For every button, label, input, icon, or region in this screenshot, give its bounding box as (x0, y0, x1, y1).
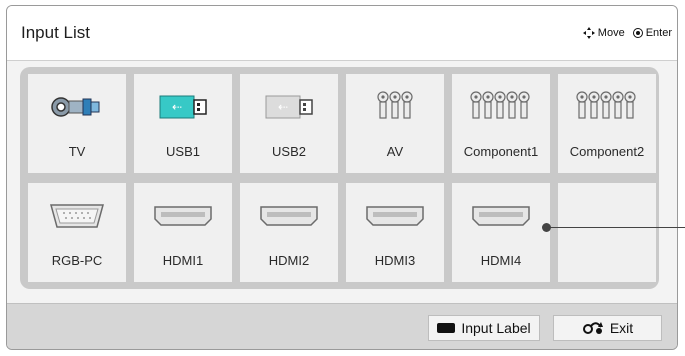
input-tile-component2[interactable]: Component2 (558, 74, 656, 173)
header: Input List Move Enter (7, 6, 677, 61)
input-label: HDMI2 (268, 253, 310, 268)
input-label: USB1 (166, 144, 200, 159)
input-label: HDMI3 (374, 253, 416, 268)
hdmi-icon (240, 201, 338, 231)
callout-dot (542, 223, 551, 232)
svg-text:⇠: ⇠ (172, 100, 182, 114)
page-title: Input List (21, 23, 90, 42)
hdmi-icon (452, 201, 550, 231)
hdmi-icon (346, 201, 444, 231)
input-label-button-text: Input Label (461, 320, 531, 336)
input-label: USB2 (272, 144, 306, 159)
exit-button-text: Exit (609, 320, 634, 336)
svg-text:⇠: ⇠ (278, 100, 288, 114)
footer: Input Label Exit (7, 303, 677, 349)
vga-icon (28, 201, 126, 231)
key-hints: Move Enter (582, 27, 672, 39)
input-tile-tv[interactable]: TV (28, 74, 126, 173)
input-label: Component2 (569, 144, 645, 159)
move-hint-label: Move (597, 27, 625, 39)
rca-3-icon (346, 91, 444, 122)
input-label: HDMI4 (480, 253, 522, 268)
input-label-button[interactable]: Input Label (428, 315, 540, 341)
input-tile-hdmi2[interactable]: HDMI2 (240, 183, 338, 282)
hdmi-icon (134, 201, 232, 231)
rca-5-icon (558, 91, 656, 122)
input-label: HDMI1 (162, 253, 204, 268)
empty-tile (558, 183, 656, 282)
input-tile-hdmi3[interactable]: HDMI3 (346, 183, 444, 282)
enter-hint-label: Enter (645, 27, 672, 39)
rca-5-icon (452, 91, 550, 122)
input-tile-hdmi4[interactable]: HDMI4 (452, 183, 550, 282)
input-tile-usb1[interactable]: ⇠ USB1 (134, 74, 232, 173)
enter-icon (632, 28, 643, 38)
input-tile-av[interactable]: AV (346, 74, 444, 173)
input-tile-component1[interactable]: Component1 (452, 74, 550, 173)
antenna-connector-icon (28, 92, 126, 122)
input-grid: TV ⇠ USB1 ⇠ USB2 AV Component1 Component… (20, 67, 659, 289)
input-list-window: Input List Move Enter TV ⇠ USB1 ⇠ USB2 A… (6, 5, 678, 350)
move-arrows-icon (582, 27, 595, 39)
input-label: Component1 (463, 144, 539, 159)
move-hint: Move (582, 27, 625, 39)
input-label: RGB-PC (51, 253, 103, 268)
callout-line (546, 227, 685, 228)
back-exit-icon (582, 322, 603, 334)
usb-icon: ⇠ (240, 92, 338, 122)
black-button-icon (437, 323, 456, 333)
input-tile-rgb-pc[interactable]: RGB-PC (28, 183, 126, 282)
input-tile-hdmi1[interactable]: HDMI1 (134, 183, 232, 282)
enter-hint: Enter (632, 27, 672, 39)
exit-button[interactable]: Exit (553, 315, 662, 341)
input-label: AV (386, 144, 404, 159)
usb-connected-icon: ⇠ (134, 92, 232, 122)
input-label: TV (68, 144, 86, 159)
input-tile-usb2[interactable]: ⇠ USB2 (240, 74, 338, 173)
